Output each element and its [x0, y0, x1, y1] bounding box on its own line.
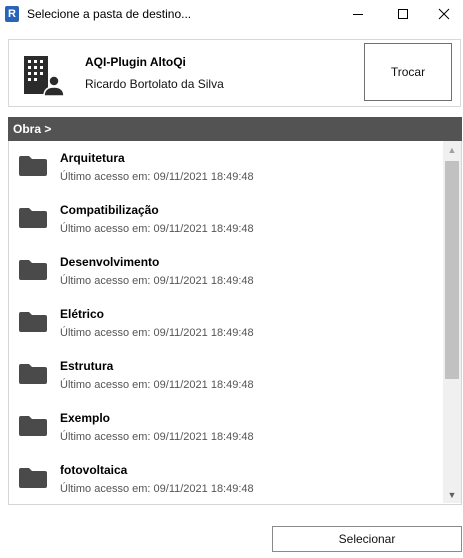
folder-name: Compatibilização — [60, 203, 159, 217]
folder-icon — [19, 156, 47, 176]
maximize-button[interactable] — [383, 0, 423, 28]
folder-item[interactable]: Elétrico Último acesso em: 09/11/2021 18… — [9, 297, 441, 349]
scroll-up-arrow-icon[interactable]: ▲ — [443, 141, 461, 158]
folder-name: Desenvolvimento — [60, 255, 160, 269]
folder-icon — [19, 312, 47, 332]
folder-item[interactable]: Exemplo Último acesso em: 09/11/2021 18:… — [9, 401, 441, 453]
folder-last-access: Último acesso em: 09/11/2021 18:49:48 — [60, 171, 254, 183]
folder-item[interactable]: Compatibilização Último acesso em: 09/11… — [9, 193, 441, 245]
folder-icon — [19, 208, 47, 228]
folder-last-access: Último acesso em: 09/11/2021 18:49:48 — [60, 327, 254, 339]
revit-app-icon: R — [5, 6, 19, 22]
window-title: Selecione a pasta de destino... — [27, 7, 192, 21]
close-icon — [438, 8, 450, 20]
folder-icon — [19, 416, 47, 436]
folder-item[interactable]: Estrutura Último acesso em: 09/11/2021 1… — [9, 349, 441, 401]
folder-last-access: Último acesso em: 09/11/2021 18:49:48 — [60, 223, 254, 235]
minimize-icon — [353, 14, 363, 15]
folder-item[interactable]: Desenvolvimento Último acesso em: 09/11/… — [9, 245, 441, 297]
folder-last-access: Último acesso em: 09/11/2021 18:49:48 — [60, 379, 254, 391]
folder-icon — [19, 468, 47, 488]
minimize-button[interactable] — [338, 0, 378, 28]
scrollbar-thumb[interactable] — [445, 161, 459, 379]
folder-last-access: Último acesso em: 09/11/2021 18:49:48 — [60, 483, 254, 495]
folder-name: Exemplo — [60, 411, 111, 425]
folder-last-access: Último acesso em: 09/11/2021 18:49:48 — [60, 431, 254, 443]
folder-name: Elétrico — [60, 307, 105, 321]
vertical-scrollbar[interactable]: ▲ ▼ — [443, 141, 461, 503]
scroll-down-arrow-icon[interactable]: ▼ — [443, 486, 461, 503]
folder-list[interactable]: Arquitetura Último acesso em: 09/11/2021… — [8, 141, 462, 505]
title-bar: R Selecione a pasta de destino... — [0, 0, 463, 30]
folder-name: Estrutura — [60, 359, 114, 373]
folder-icon — [19, 260, 47, 280]
folder-name: Arquitetura — [60, 151, 125, 165]
breadcrumb[interactable]: Obra > — [8, 117, 462, 141]
user-name: Ricardo Bortolato da Silva — [85, 77, 224, 91]
folder-last-access: Último acesso em: 09/11/2021 18:49:48 — [60, 275, 254, 287]
maximize-icon — [398, 9, 408, 19]
close-button[interactable] — [424, 0, 463, 28]
folder-item[interactable]: Arquitetura Último acesso em: 09/11/2021… — [9, 141, 441, 193]
folder-item[interactable]: fotovoltaica Último acesso em: 09/11/202… — [9, 453, 441, 504]
account-panel: AQI-Plugin AltoQi Ricardo Bortolato da S… — [8, 39, 461, 107]
select-button[interactable]: Selecionar — [272, 526, 462, 552]
folder-name: fotovoltaica — [60, 463, 128, 477]
building-user-icon — [24, 56, 64, 96]
folder-icon — [19, 364, 47, 384]
switch-account-button[interactable]: Trocar — [364, 43, 452, 101]
plugin-name: AQI-Plugin AltoQi — [85, 55, 186, 69]
